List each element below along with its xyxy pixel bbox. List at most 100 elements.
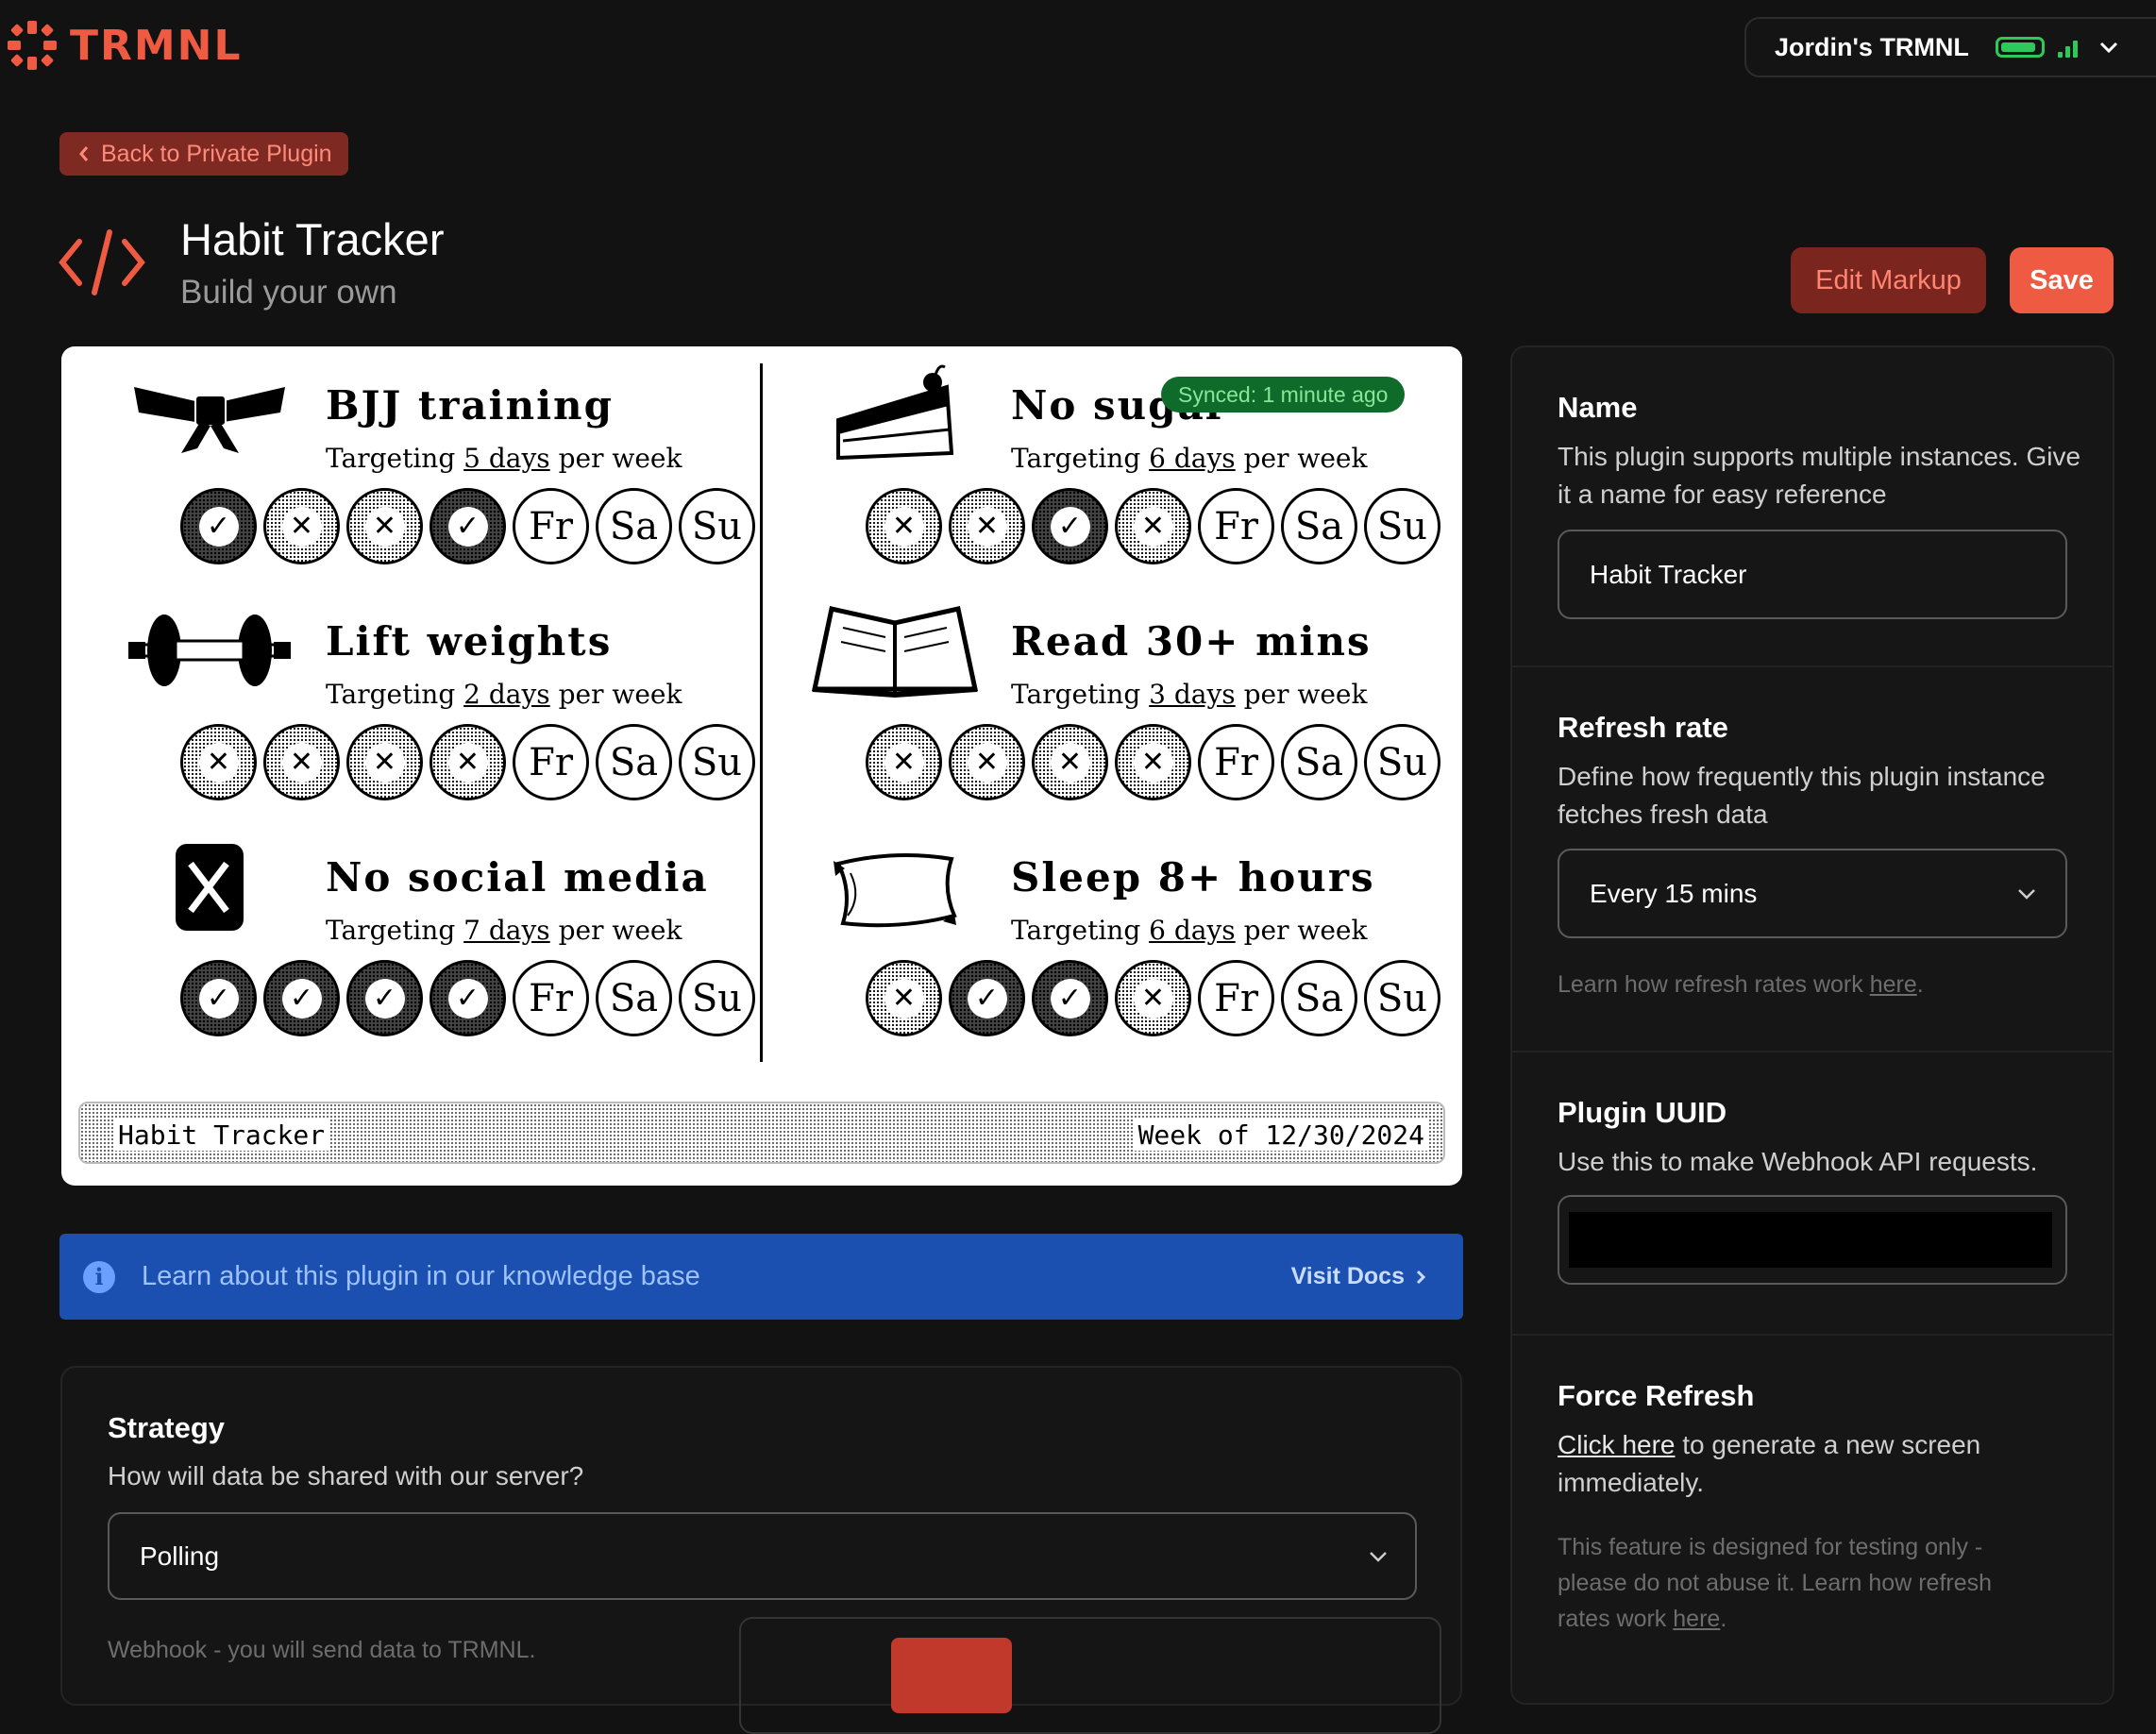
day-missed: ✕ xyxy=(949,724,1025,800)
x-mark-icon: ✕ xyxy=(364,742,405,783)
day-open: Su xyxy=(679,960,755,1036)
visit-docs-label: Visit Docs xyxy=(1290,1263,1405,1289)
x-mark-icon: ✕ xyxy=(1133,978,1173,1019)
brand-name: TRMNL xyxy=(70,21,243,70)
habit-name: Sleep 8+ hours xyxy=(1011,854,1375,901)
check-icon: ✓ xyxy=(364,978,405,1019)
target-days: 5 days xyxy=(463,443,550,474)
uuid-field[interactable] xyxy=(1558,1195,2067,1285)
check-icon: ✓ xyxy=(447,506,488,547)
chevron-left-icon xyxy=(79,146,89,161)
page-title: Habit Tracker xyxy=(180,214,445,264)
save-button[interactable]: Save xyxy=(2010,247,2114,313)
info-icon: i xyxy=(83,1260,115,1293)
signal-icon xyxy=(2057,37,2078,58)
day-done: ✓ xyxy=(430,488,506,564)
x-mark-icon: ✕ xyxy=(884,742,924,783)
chevron-down-icon xyxy=(1370,1551,1387,1562)
habit-target: Targeting 6 days per week xyxy=(1011,443,1367,474)
day-open: Sa xyxy=(596,488,672,564)
x-mark-icon: ✕ xyxy=(364,506,405,547)
name-input[interactable]: Habit Tracker xyxy=(1558,530,2067,619)
check-icon: ✓ xyxy=(967,978,1007,1019)
day-open: Fr xyxy=(1198,960,1274,1036)
trmnl-logo-icon xyxy=(8,21,57,70)
refresh-hint-link[interactable]: here xyxy=(1870,971,1917,998)
x-mark-icon: ✕ xyxy=(1050,742,1090,783)
day-done: ✓ xyxy=(1032,488,1108,564)
target-prefix: Targeting xyxy=(1011,679,1141,710)
target-days: 6 days xyxy=(1149,915,1236,946)
refresh-rate-select[interactable]: Every 15 mins xyxy=(1558,849,2067,938)
habit-name: No social media xyxy=(326,854,709,901)
check-icon: ✓ xyxy=(198,506,239,547)
x-mark-icon: ✕ xyxy=(281,742,322,783)
day-open: Su xyxy=(679,724,755,800)
habit-name: Lift weights xyxy=(326,618,613,665)
check-icon: ✓ xyxy=(1050,978,1090,1019)
belt-icon xyxy=(120,363,299,467)
habit-name: Read 30+ mins xyxy=(1011,618,1372,665)
target-prefix: Targeting xyxy=(1011,915,1141,946)
x-logo-icon xyxy=(120,835,299,939)
x-mark-icon: ✕ xyxy=(447,742,488,783)
day-done: ✓ xyxy=(1032,960,1108,1036)
strategy-select-value: Polling xyxy=(140,1540,220,1571)
x-mark-icon: ✕ xyxy=(884,506,924,547)
book-icon xyxy=(805,599,985,703)
habit-card: No social media Targeting 7 days per wee… xyxy=(120,835,800,1071)
uuid-section: Plugin UUID Use this to make Webhook API… xyxy=(1512,1051,2113,1336)
barbell-icon xyxy=(120,599,299,703)
check-icon: ✓ xyxy=(447,978,488,1019)
refresh-hint-end: . xyxy=(1916,971,1924,998)
habit-target: Targeting 6 days per week xyxy=(1011,915,1367,946)
day-open: Sa xyxy=(596,960,672,1036)
day-missed: ✕ xyxy=(1115,724,1191,800)
strategy-diagram-thumb xyxy=(891,1638,1012,1713)
strategy-select[interactable]: Polling xyxy=(108,1512,1417,1600)
day-open: Su xyxy=(1364,960,1440,1036)
strategy-description: How will data be shared with our server? xyxy=(108,1461,584,1490)
day-done: ✓ xyxy=(949,960,1025,1036)
target-suffix: per week xyxy=(558,679,682,710)
device-selector[interactable]: Jordin's TRMNL xyxy=(1744,17,2156,77)
day-open: Sa xyxy=(1281,488,1357,564)
docs-banner: i Learn about this plugin in our knowled… xyxy=(59,1234,1463,1320)
visit-docs-link[interactable]: Visit Docs xyxy=(1291,1263,1425,1290)
day-missed: ✕ xyxy=(866,960,942,1036)
target-suffix: per week xyxy=(1243,915,1368,946)
device-name: Jordin's TRMNL xyxy=(1775,32,1969,61)
strategy-note: Webhook - you will send data to TRMNL. xyxy=(108,1637,536,1663)
refresh-hint: Learn how refresh rates work here. xyxy=(1558,967,2067,1002)
edit-markup-button[interactable]: Edit Markup xyxy=(1791,247,1986,313)
name-title: Name xyxy=(1558,391,1638,424)
target-suffix: per week xyxy=(558,443,682,474)
habit-card: BJJ training Targeting 5 days per week ✓… xyxy=(120,363,800,599)
chevron-right-icon xyxy=(1416,1270,1425,1284)
day-open: Fr xyxy=(513,724,589,800)
page-subtitle: Build your own xyxy=(180,274,397,311)
name-description: This plugin supports multiple instances.… xyxy=(1558,442,2081,509)
target-prefix: Targeting xyxy=(326,443,456,474)
battery-level xyxy=(2000,42,2035,52)
check-icon: ✓ xyxy=(281,978,322,1019)
day-missed: ✕ xyxy=(263,488,340,564)
target-suffix: per week xyxy=(1243,443,1368,474)
x-mark-icon: ✕ xyxy=(884,978,924,1019)
force-refresh-section: Force Refresh Click here to generate a n… xyxy=(1512,1334,2113,1703)
day-missed: ✕ xyxy=(346,488,423,564)
target-suffix: per week xyxy=(1243,679,1368,710)
pillow-icon xyxy=(805,835,985,939)
check-icon: ✓ xyxy=(1050,506,1090,547)
day-missed: ✕ xyxy=(1032,724,1108,800)
check-icon: ✓ xyxy=(198,978,239,1019)
force-refresh-hint-link[interactable]: here xyxy=(1673,1606,1720,1632)
day-open: Su xyxy=(1364,488,1440,564)
target-prefix: Targeting xyxy=(1011,443,1141,474)
back-button[interactable]: Back to Private Plugin xyxy=(59,132,348,176)
force-refresh-hint: This feature is designed for testing onl… xyxy=(1558,1529,2048,1637)
x-mark-icon: ✕ xyxy=(1133,742,1173,783)
brand-logo[interactable]: TRMNL xyxy=(6,17,243,74)
habit-target: Targeting 3 days per week xyxy=(1011,679,1367,710)
force-refresh-link[interactable]: Click here xyxy=(1558,1430,1675,1459)
